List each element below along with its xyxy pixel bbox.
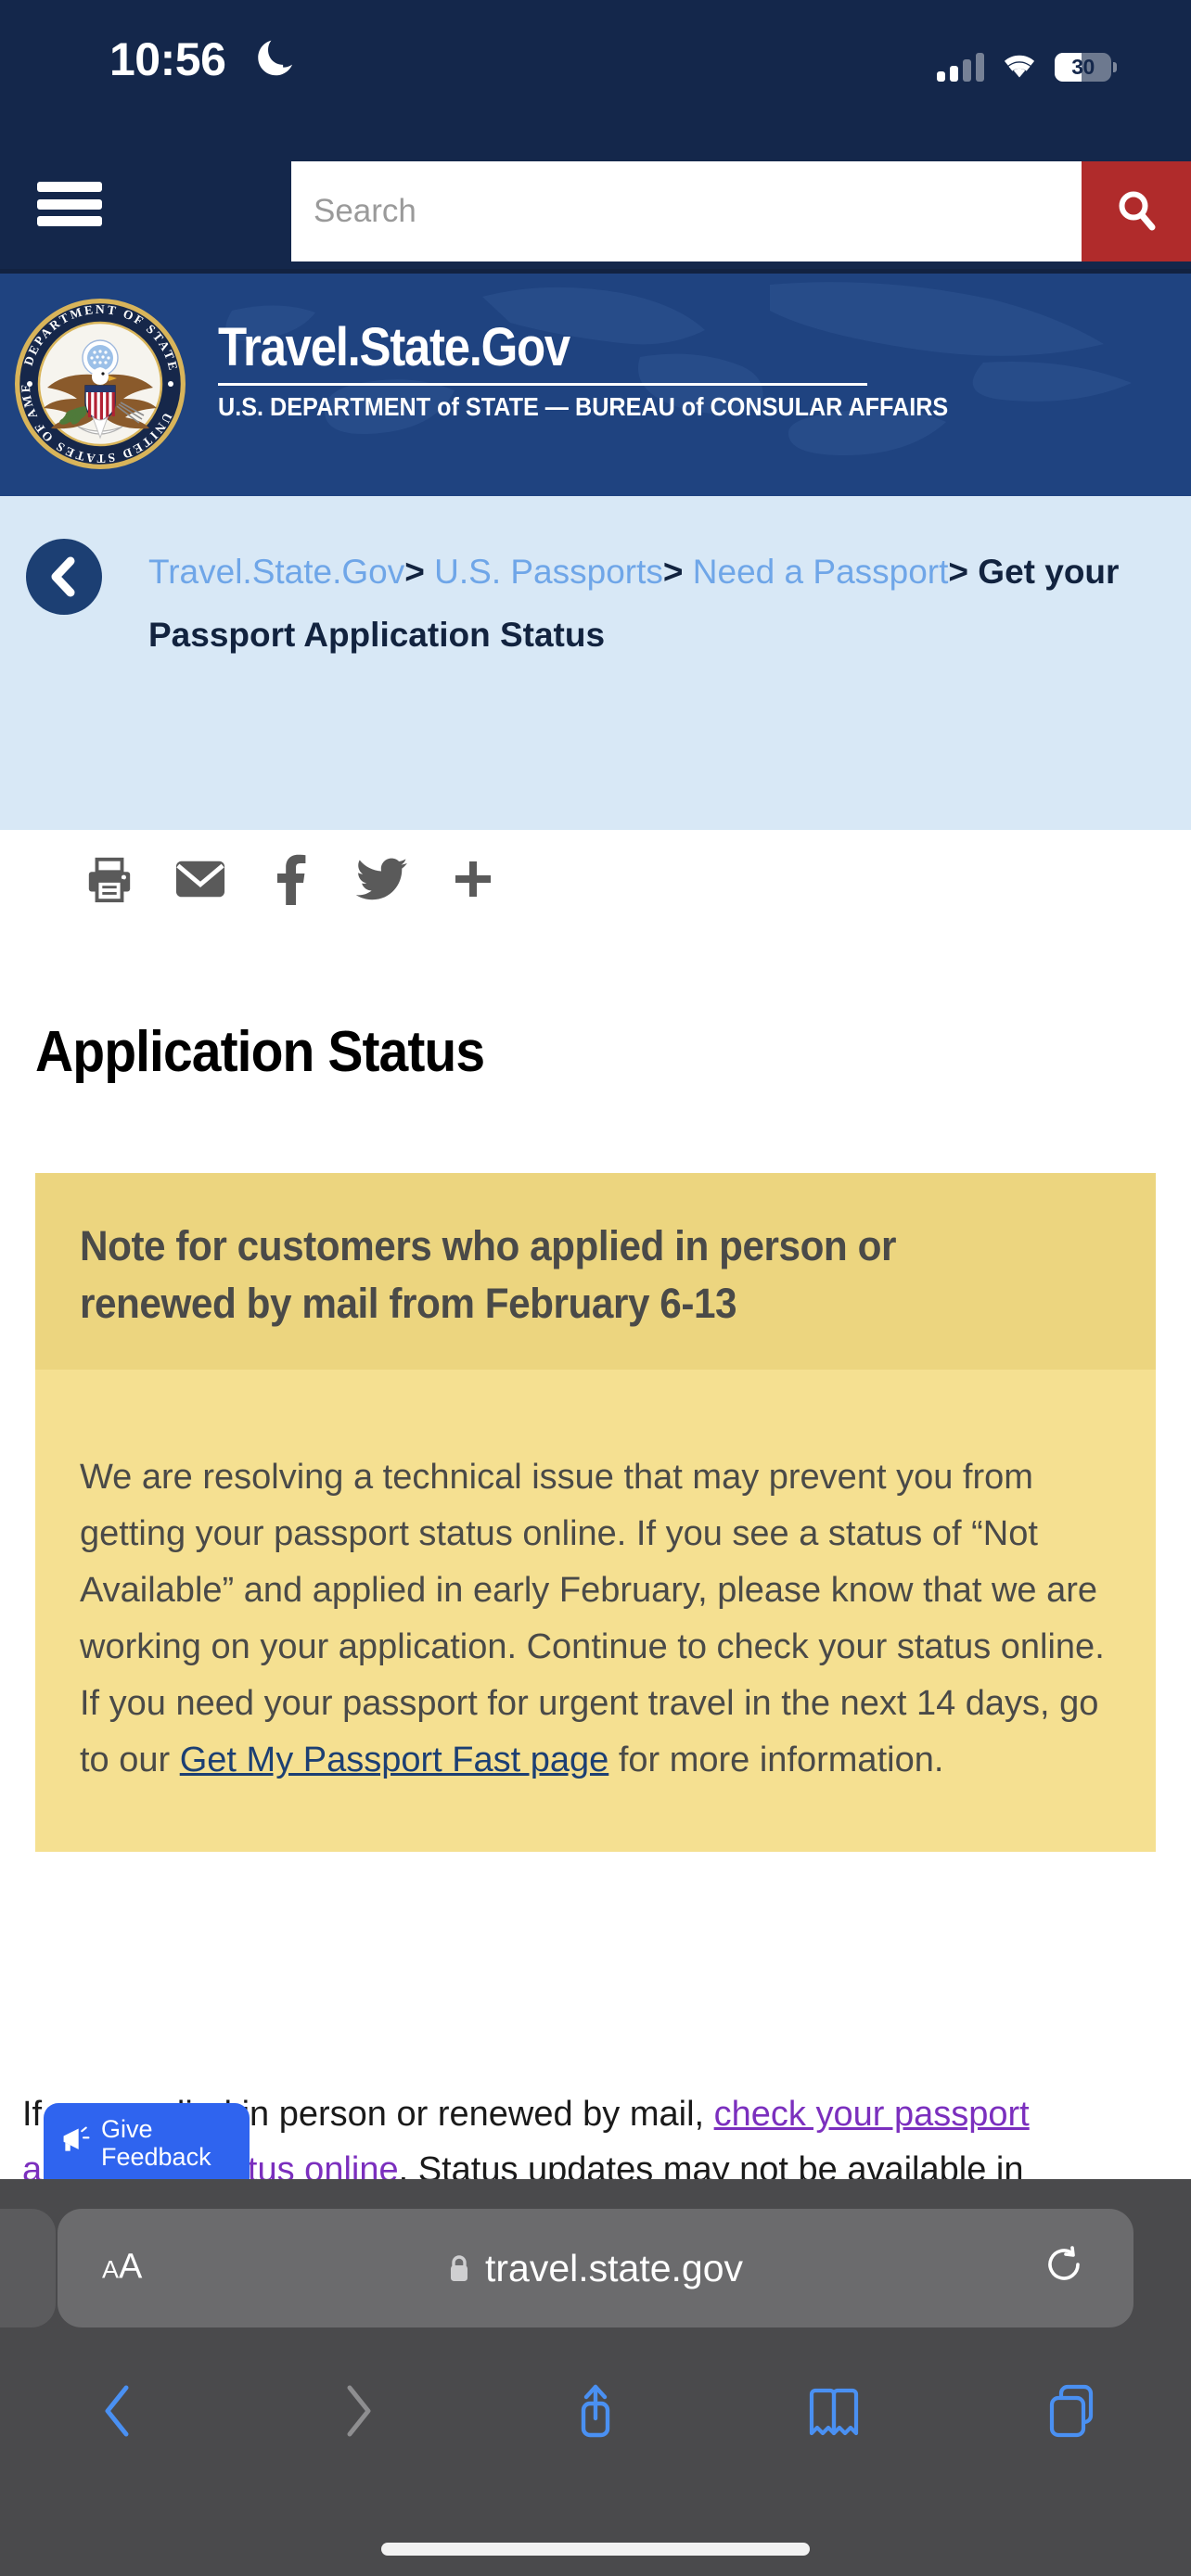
breadcrumb-separator-0: > <box>404 553 425 591</box>
search-input[interactable] <box>291 161 1082 261</box>
home-indicator <box>381 2543 810 2556</box>
battery-indicator: 30 <box>1055 53 1117 82</box>
battery-percent-label: 30 <box>1071 55 1095 79</box>
back-chevron-icon[interactable] <box>26 539 102 615</box>
magnifier-icon <box>1114 188 1159 236</box>
share-toolbar <box>83 853 499 905</box>
address-bar-center: travel.state.gov <box>58 2247 1133 2289</box>
site-brand-banner: DEPARTMENT OF STATE UNITED STATES OF AME… <box>0 274 1191 496</box>
reload-icon[interactable] <box>1044 2246 1085 2290</box>
padlock-icon <box>448 2253 470 2283</box>
get-my-passport-fast-link[interactable]: Get My Passport Fast page <box>180 1741 609 1779</box>
department-of-state-seal-icon: DEPARTMENT OF STATE UNITED STATES OF AME… <box>7 286 187 471</box>
site-subtitle: U.S. DEPARTMENT of STATE — BUREAU of CON… <box>218 392 949 421</box>
tabs-icon[interactable] <box>953 2355 1191 2467</box>
breadcrumb-bar: Travel.State.Gov> U.S. Passports> Need a… <box>0 496 1191 830</box>
adjacent-tab-peek[interactable] <box>0 2209 56 2327</box>
status-bar-indicators: 30 <box>937 37 1117 82</box>
screen: 10:56 30 Search DEPARTMENT OF STATE UNIT… <box>0 0 1191 2576</box>
site-search <box>291 161 1191 261</box>
hamburger-menu-icon[interactable] <box>37 176 104 232</box>
address-bar[interactable]: AA travel.state.gov <box>58 2209 1133 2327</box>
site-title: Travel.State.Gov <box>218 317 570 377</box>
alert-body: We are resolving a technical issue that … <box>35 1370 1156 1852</box>
breadcrumb: Travel.State.Gov> U.S. Passports> Need a… <box>148 541 1126 667</box>
alert-header: Note for customers who applied in person… <box>35 1173 1156 1370</box>
back-icon[interactable] <box>0 2355 238 2467</box>
alert-text-after-link: for more information. <box>608 1741 944 1779</box>
give-feedback-label: Give Feedback <box>101 2114 211 2171</box>
breadcrumb-item-0[interactable]: Travel.State.Gov <box>148 553 404 591</box>
alert-heading: Note for customers who applied in person… <box>80 1222 896 1327</box>
safari-browser-chrome: AA travel.state.gov <box>0 2179 1191 2576</box>
alert-text-before-link: We are resolving a technical issue that … <box>80 1458 1105 1779</box>
wifi-icon <box>1000 52 1039 82</box>
crescent-moon-icon <box>252 37 295 82</box>
breadcrumb-separator-1: > <box>662 553 684 591</box>
ios-status-bar: 10:56 30 <box>0 0 1191 148</box>
page-title: Application Status <box>35 1020 485 1084</box>
twitter-icon[interactable] <box>356 853 408 905</box>
brand-divider <box>218 383 867 386</box>
share-more-icon[interactable] <box>447 853 499 905</box>
page-content: Application Status Note for customers wh… <box>0 830 1191 2212</box>
megaphone-icon <box>60 2124 92 2161</box>
alert-paragraph: We are resolving a technical issue that … <box>80 1449 1111 1789</box>
utility-navigation-bar <box>0 148 1191 274</box>
status-bar-clock: 10:56 <box>109 33 226 85</box>
safari-toolbar <box>0 2355 1191 2467</box>
brand-text-block: Travel.State.Gov U.S. DEPARTMENT of STAT… <box>218 318 1030 422</box>
facebook-icon[interactable] <box>265 853 317 905</box>
forward-icon <box>238 2355 477 2467</box>
give-feedback-button[interactable]: Give Feedback <box>44 2103 250 2182</box>
email-icon[interactable] <box>174 853 226 905</box>
breadcrumb-item-1[interactable]: U.S. Passports <box>434 553 663 591</box>
share-icon[interactable] <box>477 2355 715 2467</box>
alert-box: Note for customers who applied in person… <box>35 1173 1156 1852</box>
breadcrumb-separator-2: > <box>948 553 969 591</box>
bookmarks-icon[interactable] <box>714 2355 953 2467</box>
search-button[interactable] <box>1082 161 1191 261</box>
breadcrumb-item-2[interactable]: Need a Passport <box>693 553 949 591</box>
cellular-signal-icon <box>937 50 984 82</box>
print-icon[interactable] <box>83 853 135 905</box>
url-text: travel.state.gov <box>484 2247 744 2289</box>
